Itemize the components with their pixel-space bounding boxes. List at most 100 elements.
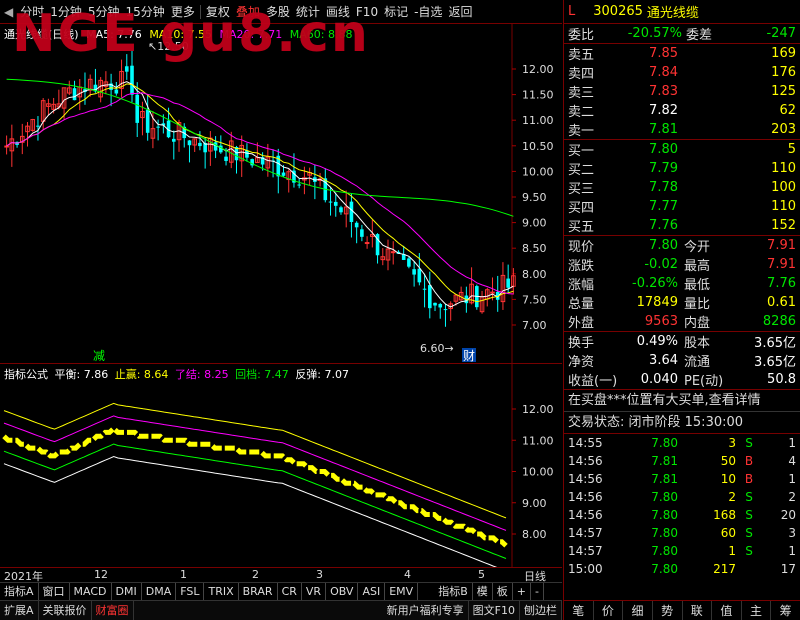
- candle-body: [4, 145, 9, 148]
- tab-quote[interactable]: 细: [623, 601, 653, 620]
- tab-quote[interactable]: 联: [683, 601, 713, 620]
- mark-jian: 减: [93, 349, 105, 363]
- toolbar-item[interactable]: F10: [353, 5, 381, 19]
- tab-indicator[interactable]: EMV: [385, 582, 419, 601]
- stat-value: 7.91: [767, 257, 796, 272]
- tab-indicator[interactable]: MACD: [70, 582, 112, 601]
- ask-label: 卖一: [568, 124, 595, 139]
- tab-quote[interactable]: 笔: [564, 601, 594, 620]
- toolbar-item[interactable]: 返回: [445, 3, 475, 20]
- bottom-item[interactable]: 关联报价: [39, 600, 92, 620]
- tab-quote[interactable]: 价: [594, 601, 624, 620]
- stat-value: 3.65亿: [754, 355, 796, 370]
- ask-volume: 176: [771, 65, 796, 80]
- stat-value: 0.61: [767, 295, 796, 310]
- stat-value: 0.49%: [636, 334, 678, 349]
- tick-time: 14:55: [568, 436, 603, 450]
- bid-price: 7.80: [649, 142, 678, 157]
- tick-row: 14:56 7.80 2 S 2: [564, 488, 800, 506]
- tab-indicator[interactable]: DMI: [112, 582, 142, 601]
- kline-chart[interactable]: 12.00 11.50 11.00 10.50 10.00 9.50 9.00 8.50 8.0…: [0, 24, 562, 364]
- tab-quote[interactable]: 主: [742, 601, 772, 620]
- toolbar-item[interactable]: 1分钟: [47, 3, 85, 20]
- tab-quote[interactable]: 值: [712, 601, 742, 620]
- ask-row[interactable]: 卖三 7.83 125: [564, 82, 800, 101]
- toolbar-item[interactable]: 多股: [263, 3, 293, 20]
- tab-indicator[interactable]: FSL: [176, 582, 205, 601]
- tab-indicator[interactable]: ASI: [358, 582, 386, 601]
- tab-quote[interactable]: 筹: [771, 601, 800, 620]
- tab-quote[interactable]: 势: [653, 601, 683, 620]
- stock-name: 通光线缆: [646, 6, 699, 21]
- y-tick-label: 7.00: [522, 319, 547, 332]
- remove-button[interactable]: -: [531, 582, 544, 601]
- indicator-name[interactable]: 指标公式: [4, 368, 48, 381]
- tab-indicator[interactable]: 窗口: [39, 582, 70, 601]
- indicator-svg[interactable]: 12.00 11.00 10.00 9.00 8.00: [0, 364, 562, 567]
- y-tick-label: 12.00: [522, 403, 554, 416]
- tick-time: 14:56: [568, 490, 603, 504]
- tab-indicator[interactable]: 模: [473, 582, 493, 601]
- date-label: 12: [94, 568, 108, 581]
- toolbar-item[interactable]: 15分钟: [123, 3, 168, 20]
- ask-price: 7.82: [649, 103, 678, 118]
- toolbar-item[interactable]: 更多: [168, 3, 198, 20]
- chevron-left-icon[interactable]: ◀: [0, 5, 17, 19]
- stat-label: 量比: [684, 297, 711, 312]
- stat-label: 涨跌: [568, 259, 595, 274]
- bid-row[interactable]: 买一 7.80 5: [564, 140, 800, 159]
- bottom-item[interactable]: 图文F10: [469, 600, 520, 620]
- bid-row[interactable]: 买五 7.76 152: [564, 216, 800, 235]
- toolbar-item-active[interactable]: 叠加: [233, 3, 263, 20]
- toolbar-item[interactable]: 分时: [17, 3, 47, 20]
- kline-svg[interactable]: 12.00 11.50 11.00 10.50 10.00 9.50 9.00 8.50 8.0…: [0, 24, 562, 364]
- ask-label: 卖三: [568, 86, 595, 101]
- indicator-chart[interactable]: 12.00 11.00 10.00 9.00 8.00: [0, 364, 562, 567]
- tick-price: 7.80: [651, 562, 678, 576]
- toolbar-item[interactable]: 标记: [381, 3, 411, 20]
- tab-indicator[interactable]: OBV: [326, 582, 359, 601]
- tick-row: 14:57 7.80 60 S 3: [564, 524, 800, 542]
- ask-row[interactable]: 卖一 7.81 203: [564, 120, 800, 139]
- toolbar-item[interactable]: 复权: [203, 3, 233, 20]
- tab-indicator[interactable]: VR: [302, 582, 327, 601]
- ma10-label: MA10: 7.55: [149, 28, 213, 41]
- tab-indicator[interactable]: CR: [278, 582, 302, 601]
- tick-time: 14:57: [568, 544, 603, 558]
- fantan-label: 反弹: 7.07: [295, 368, 350, 381]
- news-ticker[interactable]: 在买盘***位置有大买单,查看详情: [564, 390, 800, 412]
- ask-row[interactable]: 卖五 7.85 169: [564, 44, 800, 63]
- ask-row[interactable]: 卖二 7.82 62: [564, 101, 800, 120]
- bid-row[interactable]: 买三 7.78 100: [564, 178, 800, 197]
- add-button[interactable]: +: [513, 582, 531, 601]
- tick-price: 7.80: [651, 544, 678, 558]
- bottom-item[interactable]: 新用户福利专享: [383, 600, 469, 620]
- tab-indicator[interactable]: 指标B: [434, 582, 473, 601]
- stat-value: 17849: [636, 295, 678, 310]
- toolbar-item[interactable]: 统计: [293, 3, 323, 20]
- tab-indicator[interactable]: DMA: [142, 582, 177, 601]
- tab-indicator[interactable]: 指标A: [0, 582, 39, 601]
- tick-row: 14:56 7.80 168 S 20: [564, 506, 800, 524]
- bottom-item[interactable]: 扩展A: [0, 600, 39, 620]
- bid-row[interactable]: 买二 7.79 110: [564, 159, 800, 178]
- indicator-legend: 指标公式 平衡: 7.86 止赢: 8.64 了结: 8.25 回档: 7.47…: [4, 366, 352, 382]
- toolbar-item[interactable]: -自选: [411, 3, 445, 20]
- ask-volume: 62: [779, 103, 796, 118]
- bottom-item[interactable]: 刨边栏: [520, 600, 562, 620]
- tab-indicator[interactable]: 板: [493, 582, 513, 601]
- kline-legend: 通光线缆(日线) MA5: 7.76 MA10: 7.55 MA20: 7.71…: [4, 26, 356, 42]
- ask-row[interactable]: 卖四 7.84 176: [564, 63, 800, 82]
- toolbar-item[interactable]: 画线: [323, 3, 353, 20]
- stat-label: 内盘: [684, 316, 711, 331]
- chart-title: 通光线缆(日线): [4, 28, 79, 41]
- tab-indicator[interactable]: TRIX: [204, 582, 239, 601]
- tick-side: S: [745, 436, 753, 450]
- candle-body: [145, 109, 150, 133]
- tab-indicator[interactable]: BRAR: [239, 582, 278, 601]
- bottom-item[interactable]: 财富圈: [92, 600, 134, 620]
- candle-body: [187, 140, 192, 146]
- ma-line: [6, 81, 514, 308]
- bid-row[interactable]: 买四 7.77 110: [564, 197, 800, 216]
- toolbar-item[interactable]: 5分钟: [85, 3, 123, 20]
